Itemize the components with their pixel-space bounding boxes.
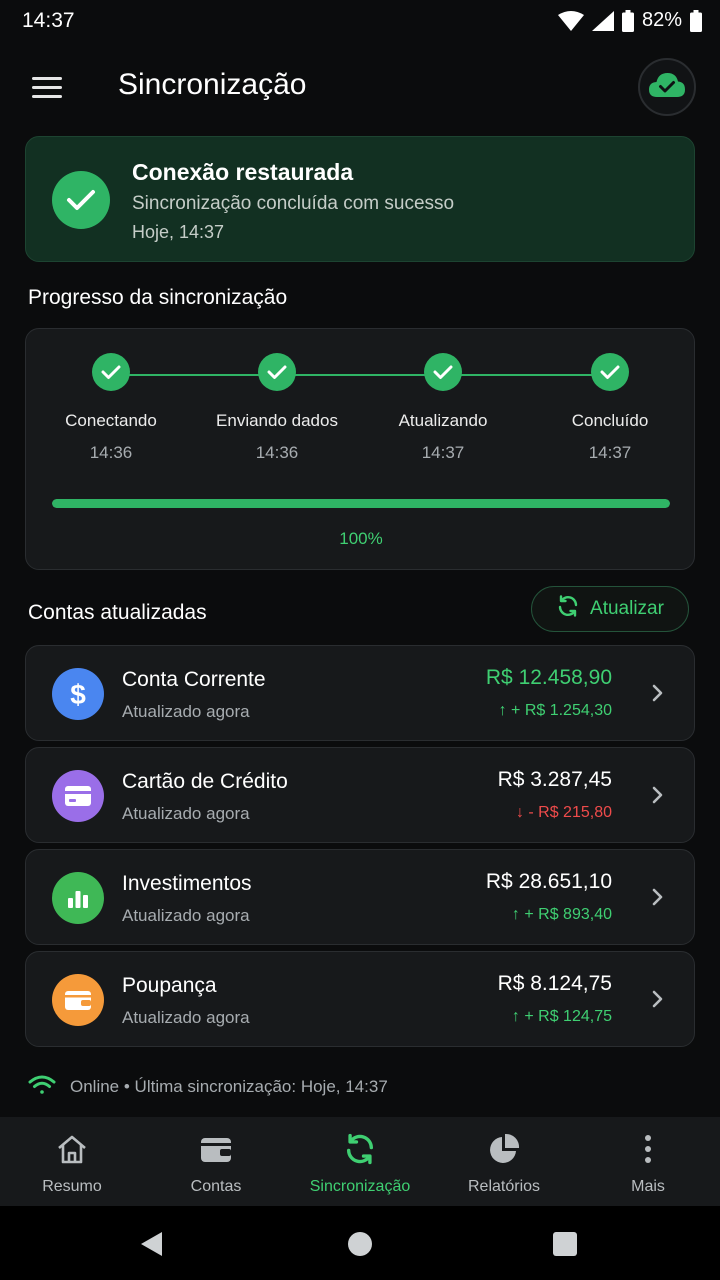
wifi-icon xyxy=(28,1074,56,1101)
check-circle-icon xyxy=(591,353,629,391)
online-status-text: Online • Última sincronização: Hoje, 14:… xyxy=(70,1077,388,1096)
chevron-right-icon xyxy=(646,987,670,1011)
account-balance: R$ 12.458,90 xyxy=(485,666,612,689)
menu-icon xyxy=(32,95,62,98)
status-time: 14:37 xyxy=(22,9,75,32)
progress-step: Atualizando 14:37 xyxy=(358,353,528,463)
step-label: Enviando dados xyxy=(216,411,338,430)
dollar-icon: $ xyxy=(52,668,104,720)
online-status: Online • Última sincronização: Hoje, 14:… xyxy=(28,1072,388,1102)
bottom-navigation: Resumo Contas Sincronização Relatórios M… xyxy=(0,1117,720,1206)
progress-percent: 100% xyxy=(339,529,383,548)
check-circle-icon xyxy=(52,171,110,229)
progress-step: Conectando 14:36 xyxy=(26,353,196,463)
menu-icon xyxy=(32,77,62,80)
wallet-icon xyxy=(52,974,104,1026)
cloud-sync-status-button[interactable] xyxy=(638,58,696,116)
banner-title: Conexão restaurada xyxy=(132,159,354,185)
bar-chart-icon xyxy=(52,872,104,924)
app-bar: Sincronização xyxy=(0,50,720,126)
wifi-icon xyxy=(557,10,584,31)
nav-item-relatorios[interactable]: Relatórios xyxy=(432,1117,576,1206)
step-label: Atualizando xyxy=(398,411,488,430)
nav-item-contas[interactable]: Contas xyxy=(144,1117,288,1206)
battery-percent: 82% xyxy=(641,9,682,31)
account-name: Poupança xyxy=(122,974,217,997)
refresh-label: Atualizar xyxy=(590,598,664,619)
account-name: Investimentos xyxy=(122,872,252,895)
status-icons: 82% xyxy=(557,9,702,32)
progress-section-title: Progresso da sincronização xyxy=(28,286,288,309)
account-item[interactable]: Poupança Atualizado agora R$ 8.124,75 ↑ + R… xyxy=(25,951,695,1047)
step-time: 14:37 xyxy=(588,443,632,462)
menu-button[interactable] xyxy=(26,70,70,104)
sync-success-banner: Conexão restaurada Sincronização concluí… xyxy=(25,136,695,262)
step-label: Conectando xyxy=(65,411,157,430)
chevron-right-icon xyxy=(646,783,670,807)
system-navigation-bar xyxy=(0,1206,720,1280)
account-item[interactable]: Cartão de Crédito Atualizado agora R$ 3.28… xyxy=(25,747,695,843)
status-bar: 14:37 82% xyxy=(0,0,720,44)
wallet-icon xyxy=(196,1131,236,1167)
progress-bar-fill xyxy=(52,499,670,508)
banner-subtitle: Sincronização concluída com sucesso xyxy=(132,193,455,214)
refresh-button[interactable]: Atualizar xyxy=(531,586,689,632)
account-name: Conta Corrente xyxy=(122,668,266,691)
check-circle-icon xyxy=(258,353,296,391)
back-icon[interactable] xyxy=(139,1231,165,1257)
step-time: 14:36 xyxy=(255,443,299,462)
pie-chart-icon xyxy=(484,1131,524,1167)
account-item[interactable]: Investimentos Atualizado agora R$ 28.651,1… xyxy=(25,849,695,945)
nav-item-mais[interactable]: Mais xyxy=(576,1117,720,1206)
credit-card-icon xyxy=(52,770,104,822)
account-status: Atualizado agora xyxy=(122,1008,250,1027)
sync-icon xyxy=(340,1131,380,1167)
banner-time: Hoje, 14:37 xyxy=(132,222,225,242)
progress-step: Concluído 14:37 xyxy=(525,353,695,463)
nav-label: Sincronização xyxy=(309,1178,411,1195)
cellular-signal-icon xyxy=(591,10,614,31)
step-time: 14:36 xyxy=(89,443,133,462)
chevron-right-icon xyxy=(646,681,670,705)
account-balance: R$ 8.124,75 xyxy=(497,972,612,995)
recents-square-icon[interactable] xyxy=(552,1231,578,1257)
battery-icon xyxy=(690,9,702,32)
more-vertical-icon xyxy=(628,1131,668,1167)
nav-item-sincronizacao[interactable]: Sincronização xyxy=(288,1117,432,1206)
account-change: ↑ + R$ 1.254,30 xyxy=(498,702,612,719)
account-balance: R$ 28.651,10 xyxy=(485,870,612,893)
nav-label: Resumo xyxy=(42,1178,102,1195)
page-title: Sincronização xyxy=(118,68,307,101)
nav-label: Relatórios xyxy=(467,1178,541,1195)
progress-bar xyxy=(52,499,670,508)
accounts-section-title: Contas atualizadas xyxy=(28,601,207,624)
nav-label: Mais xyxy=(631,1178,665,1195)
account-status: Atualizado agora xyxy=(122,702,250,721)
account-name: Cartão de Crédito xyxy=(122,770,288,793)
battery-icon xyxy=(621,9,634,32)
sync-progress-card: Conectando 14:36 Enviando dados 14:36 Atuali… xyxy=(25,328,695,570)
account-change: ↑ + R$ 893,40 xyxy=(511,906,612,923)
account-change: ↓ - R$ 215,80 xyxy=(515,804,612,821)
account-item[interactable]: $ Conta Corrente Atualizado agora R$ 12.458… xyxy=(25,645,695,741)
check-circle-icon xyxy=(424,353,462,391)
home-icon xyxy=(52,1131,92,1167)
home-circle-icon[interactable] xyxy=(347,1231,373,1257)
nav-item-resumo[interactable]: Resumo xyxy=(0,1117,144,1206)
account-balance: R$ 3.287,45 xyxy=(497,768,612,791)
refresh-icon xyxy=(556,594,580,624)
svg-text:$: $ xyxy=(70,679,86,709)
step-time: 14:37 xyxy=(421,443,465,462)
progress-step: Enviando dados 14:36 xyxy=(192,353,362,463)
check-circle-icon xyxy=(92,353,130,391)
menu-icon xyxy=(32,86,62,89)
chevron-right-icon xyxy=(646,885,670,909)
account-status: Atualizado agora xyxy=(122,906,250,925)
nav-label: Contas xyxy=(190,1178,242,1195)
account-status: Atualizado agora xyxy=(122,804,250,823)
cloud-check-icon xyxy=(648,71,686,104)
account-change: ↑ + R$ 124,75 xyxy=(511,1008,612,1025)
step-label: Concluído xyxy=(571,411,649,430)
